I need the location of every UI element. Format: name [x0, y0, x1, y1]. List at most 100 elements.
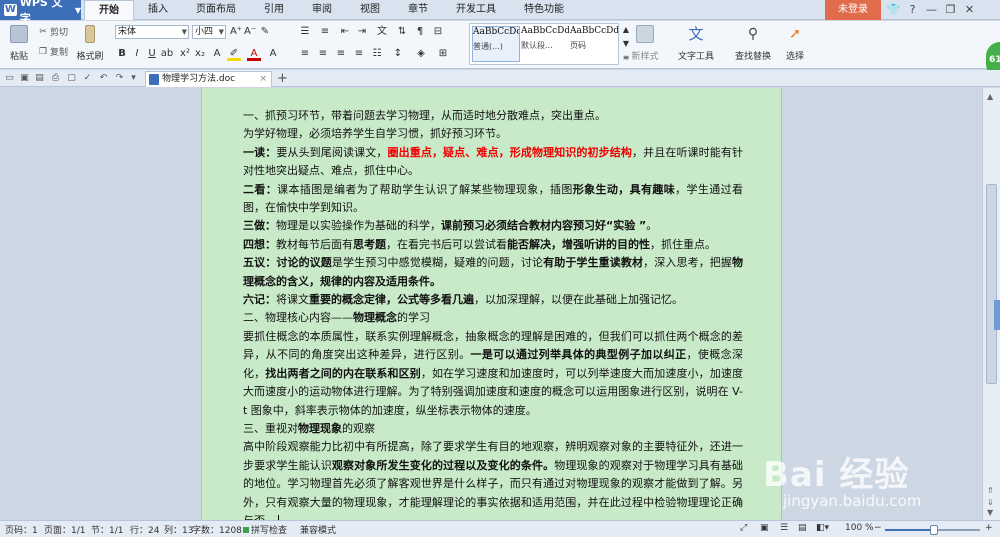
subscript-icon[interactable]: x₂ — [193, 47, 207, 61]
new-style-label: 新样式 — [631, 52, 659, 62]
font-name-select[interactable]: 宋体 ▼ — [115, 25, 189, 39]
sort-icon[interactable]: ⇅ — [395, 25, 409, 39]
minimize-icon[interactable]: — — [922, 0, 941, 20]
tab-1[interactable]: 插入 — [134, 0, 182, 20]
tab-2[interactable]: 页面布局 — [182, 0, 250, 20]
status-page-num[interactable]: 页码：1 — [5, 523, 38, 536]
chinese-layout-icon[interactable]: 文 — [375, 25, 389, 39]
align-right-icon[interactable]: ≡ — [334, 47, 348, 61]
text-run: 五议： — [243, 256, 277, 270]
style-item[interactable]: AaBbCcDd 默认段... — [521, 26, 569, 62]
status-word-count[interactable]: 字数：1208 — [192, 523, 242, 536]
grow-font-icon[interactable]: A⁺ — [229, 25, 243, 39]
find-replace-button[interactable]: ⚲ 查找替换 — [728, 23, 778, 62]
clear-format-icon[interactable]: ✎ — [258, 25, 272, 39]
title-bar: W WPS 文字 ▼ 开始 插入 页面布局 引用 审阅 视图 章节 开发工具 特色功能 未登录 … — [0, 0, 1000, 25]
zoom-in-icon[interactable]: + — [985, 523, 993, 533]
print-icon[interactable]: ⎙ — [50, 73, 61, 84]
text-run: 二看： — [243, 182, 278, 196]
text-highlight-icon[interactable]: ✐ — [227, 47, 241, 61]
tab-7[interactable]: 开发工具 — [442, 0, 510, 20]
superscript-icon[interactable]: x² — [178, 47, 192, 61]
chevron-down-icon: ▼ — [218, 28, 224, 36]
tab-6[interactable]: 章节 — [394, 0, 442, 20]
tab-3[interactable]: 引用 — [250, 0, 298, 20]
tab-5[interactable]: 视图 — [346, 0, 394, 20]
scroll-page-up-icon[interactable]: ⇑ — [987, 486, 994, 495]
full-screen-icon[interactable]: ⤢ — [740, 523, 747, 533]
show-marks-icon[interactable]: ¶ — [413, 25, 427, 39]
status-spell-check[interactable]: 拼写检查 — [243, 523, 287, 536]
document-tab[interactable]: 物理学习方法.doc × — [145, 71, 272, 87]
side-panel-tab[interactable] — [994, 300, 1000, 330]
skin-icon[interactable]: 👕 — [884, 0, 903, 20]
scroll-down-icon[interactable]: ▼ — [987, 508, 993, 517]
quick-access-dropdown-icon[interactable]: ▾ — [128, 73, 139, 84]
paste-button[interactable]: 粘贴 — [4, 23, 34, 62]
new-style-button[interactable]: 新样式 — [626, 23, 664, 62]
outdent-icon[interactable]: ⇤ — [338, 25, 352, 39]
spellcheck-icon[interactable]: ✓ — [82, 73, 93, 84]
para-settings-icon[interactable]: ⊟ — [431, 25, 445, 39]
scroll-up-icon[interactable]: ▲ — [987, 92, 993, 101]
indent-icon[interactable]: ⇥ — [355, 25, 369, 39]
baidu-jingyan-watermark: Bai 经验 jingyan.baidu.com — [763, 447, 958, 527]
scroll-thumb[interactable] — [986, 184, 997, 384]
app-menu-button[interactable]: W WPS 文字 ▼ — [0, 0, 81, 25]
numbered-list-icon[interactable]: ≡ — [318, 25, 332, 39]
select-button[interactable]: ➚ 选择 — [780, 23, 810, 62]
bold-icon[interactable]: B — [115, 47, 129, 61]
paragraph: 四想：教材每节后面有思考题，在看完书后可以尝试看能否解决，增强听讲的目的性，抓住… — [243, 236, 743, 254]
open-folder-icon[interactable]: ▭ — [4, 73, 15, 84]
zoom-slider-fill — [885, 529, 935, 531]
font-size-select[interactable]: 小四 ▼ — [192, 25, 226, 39]
close-tab-icon[interactable]: × — [259, 72, 267, 86]
tab-4[interactable]: 审阅 — [298, 0, 346, 20]
underline-icon[interactable]: U — [145, 47, 159, 61]
document-page[interactable]: 一、抓预习环节，带着问题去学习物理，从而适时地分散难点，突出重点。 为学好物理，必… — [201, 88, 782, 520]
close-icon[interactable]: ✕ — [960, 0, 979, 20]
align-left-icon[interactable]: ≡ — [298, 47, 312, 61]
document-body[interactable]: 一、抓预习环节，带着问题去学习物理，从而适时地分散难点，突出重点。 为学好物理，必… — [243, 107, 743, 520]
redo-icon[interactable]: ↷ — [114, 73, 125, 84]
undo-icon[interactable]: ↶ — [98, 73, 109, 84]
justify-icon[interactable]: ≡ — [352, 47, 366, 61]
paragraph: 要抓住概念的本质属性，联系实例理解概念，抽象概念的理解是困难的，但我们可以抓住两… — [243, 328, 743, 420]
help-icon[interactable]: ? — [903, 0, 922, 20]
restore-icon[interactable]: ❐ — [941, 0, 960, 20]
style-sample: AaBbCcDd — [570, 26, 618, 36]
strikethrough-icon[interactable]: ab — [160, 47, 174, 61]
shading-icon[interactable]: ◈ — [414, 47, 428, 61]
tab-0[interactable]: 开始 — [84, 0, 134, 20]
shrink-font-icon[interactable]: A⁻ — [243, 25, 257, 39]
text-run: 能否解决，增强听讲的目的性 — [507, 237, 650, 251]
style-item[interactable]: AaBbCcDd 普通(...) — [472, 26, 520, 62]
text-tools-button[interactable]: 文 文字工具 — [670, 23, 722, 62]
align-center-icon[interactable]: ≡ — [316, 47, 330, 61]
text-run: 是学生预习中感觉模糊，疑难的问题，讨论 — [331, 256, 544, 270]
highlight-icon[interactable]: A — [210, 47, 224, 61]
zoom-slider[interactable] — [885, 525, 980, 535]
line-spacing-icon[interactable]: ↕ — [391, 47, 405, 61]
distribute-icon[interactable]: ☷ — [370, 47, 384, 61]
ribbon: 粘贴 ✂ 剪切 ❐ 复制 格式刷 宋体 ▼ 小四 ▼ A⁺ A⁻ ✎ B I U ab … — [0, 21, 1000, 69]
login-button[interactable]: 未登录 — [825, 0, 881, 20]
print-preview-icon[interactable]: ▢ — [66, 73, 77, 84]
window-controls: 👕 ? — ❐ ✕ — [884, 0, 979, 20]
bullet-list-icon[interactable]: ☰ — [298, 25, 312, 39]
char-border-icon[interactable]: A — [266, 47, 280, 61]
copy-icon: ❐ — [38, 46, 48, 57]
tab-8[interactable]: 特色功能 — [510, 0, 578, 20]
format-painter-button[interactable]: 格式刷 — [74, 23, 106, 62]
new-tab-icon[interactable]: + — [277, 71, 288, 86]
style-item[interactable]: AaBbCcDd 页码 — [570, 26, 618, 62]
borders-icon[interactable]: ⊞ — [436, 47, 450, 61]
cut-button[interactable]: ✂ 剪切 — [38, 25, 68, 39]
copy-button[interactable]: ❐ 复制 — [38, 45, 68, 59]
scroll-page-down-icon[interactable]: ⇓ — [987, 498, 994, 507]
style-gallery[interactable]: AaBbCcDd 普通(...) AaBbCcDd 默认段... AaBbCcDd 页码 — [469, 23, 619, 65]
italic-icon[interactable]: I — [130, 47, 144, 61]
save-icon[interactable]: ▣ — [19, 73, 30, 84]
font-color-icon[interactable]: A — [247, 47, 261, 61]
export-pdf-icon[interactable]: ▤ — [34, 73, 45, 84]
